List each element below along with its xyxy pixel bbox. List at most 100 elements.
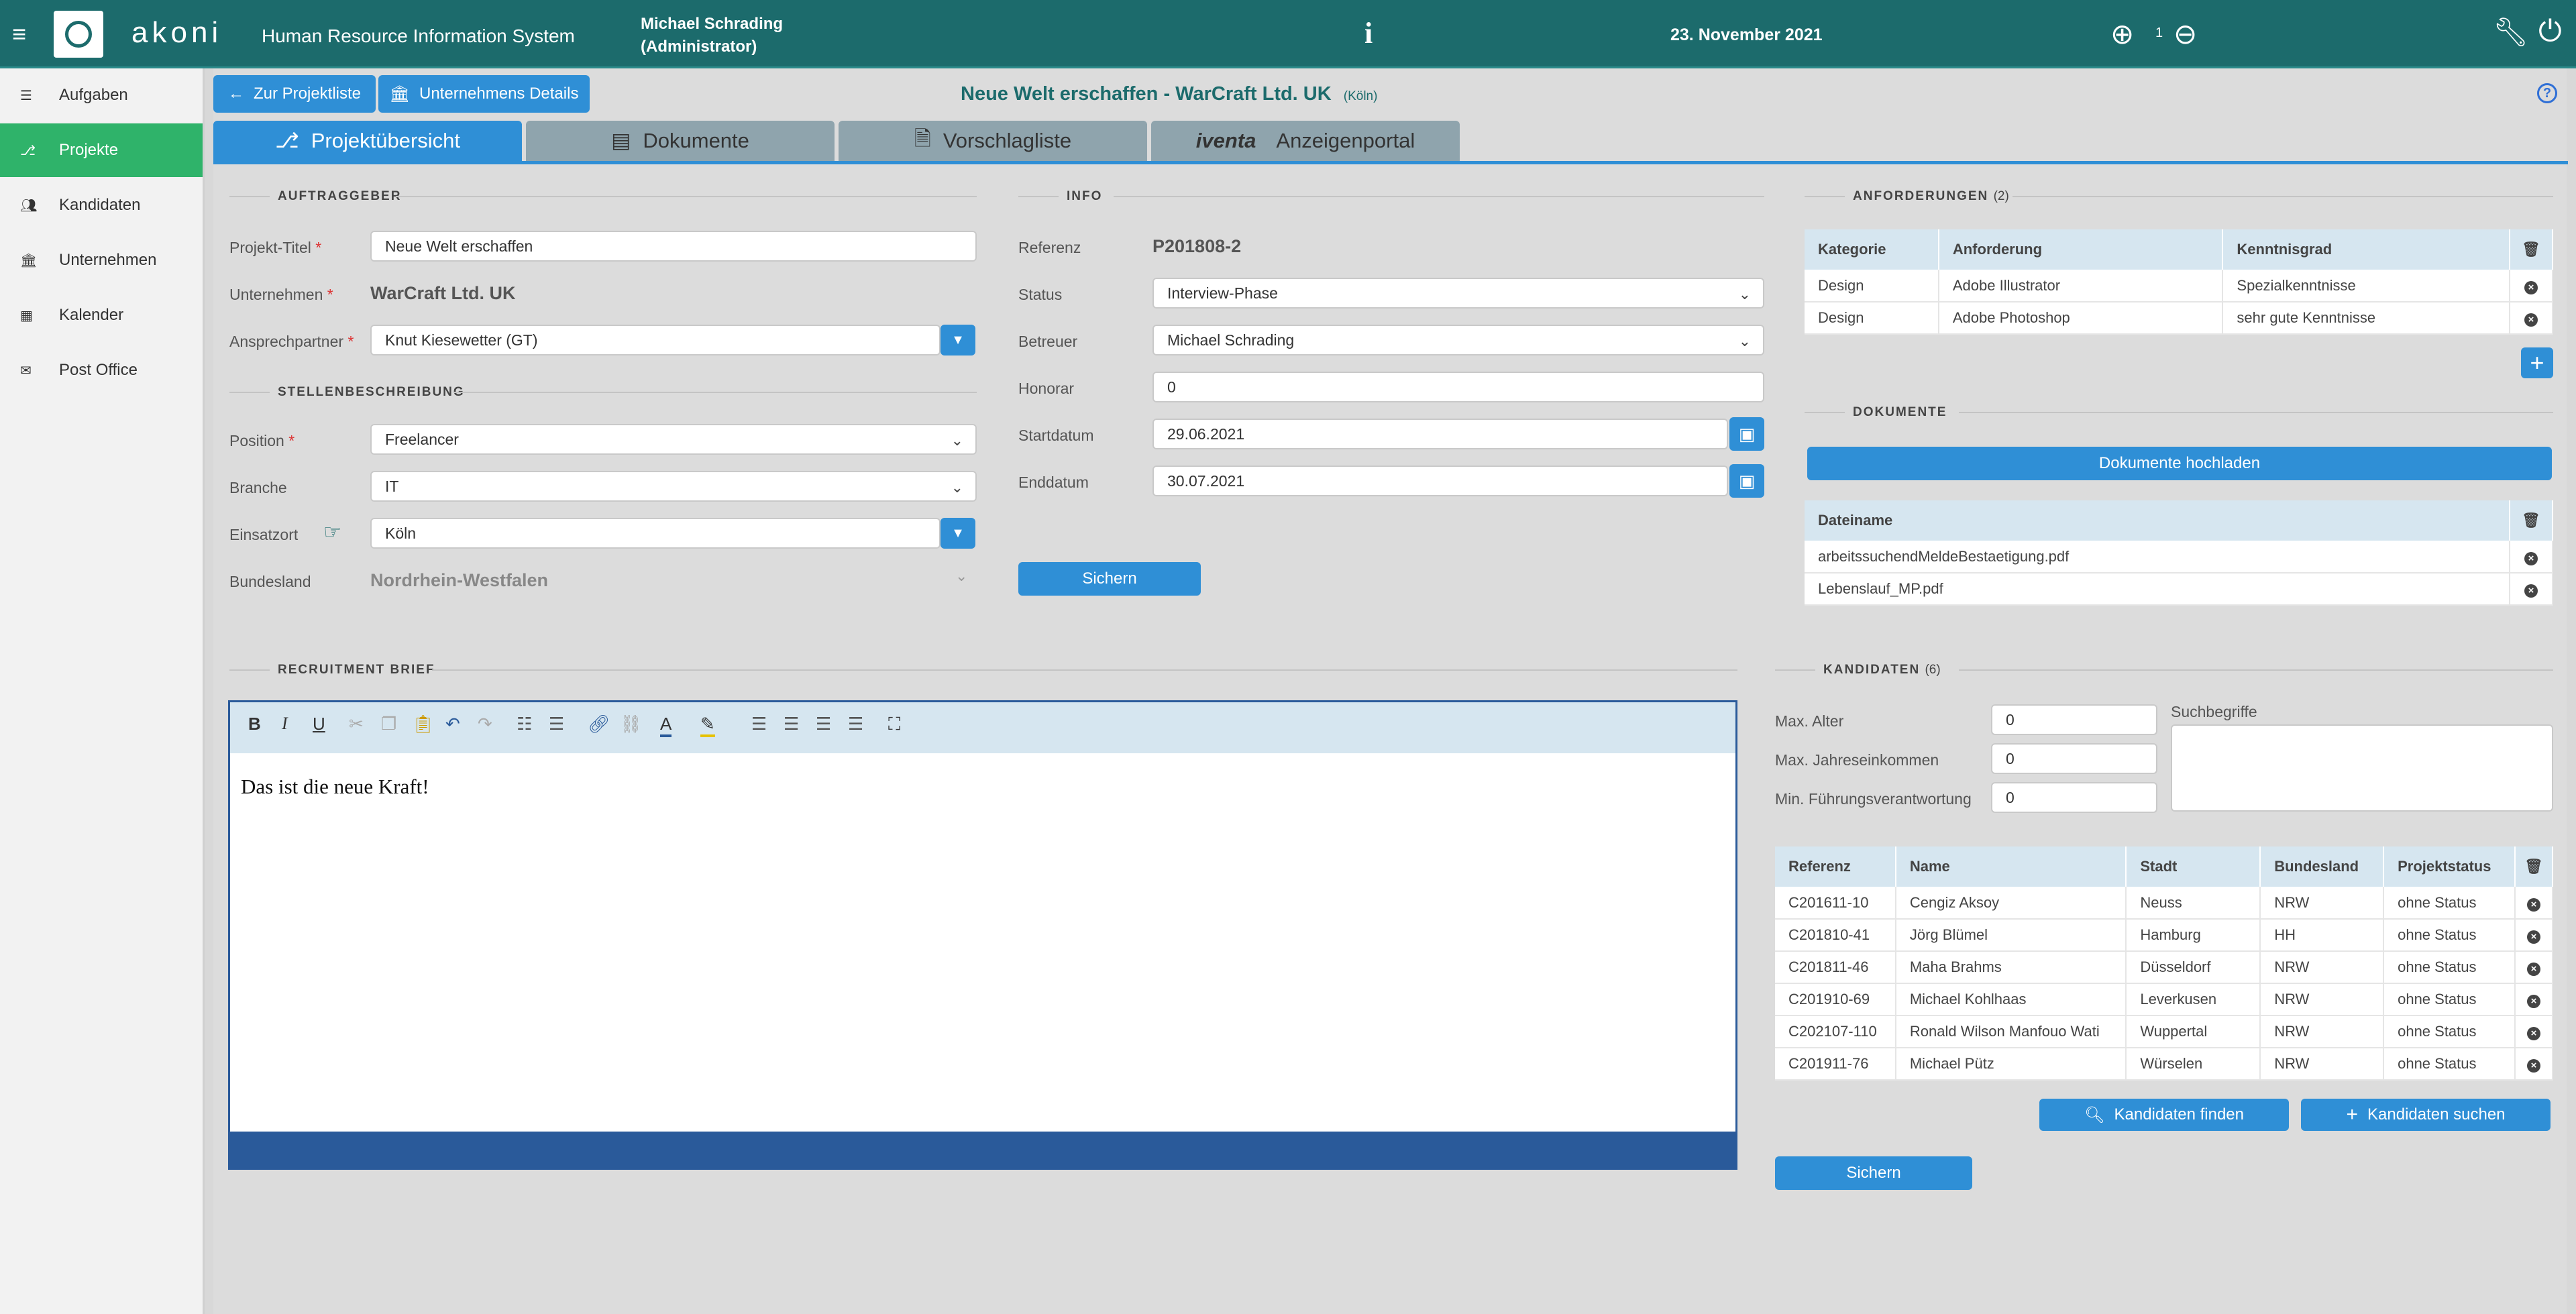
search-candidates-button[interactable]: + Kandidaten suchen: [2301, 1099, 2551, 1131]
copy-icon[interactable]: ❐: [381, 714, 396, 734]
settings-wrench-icon[interactable]: 🔧︎: [2493, 16, 2528, 49]
column-header[interactable]: Projektstatus: [2383, 846, 2516, 887]
kandidaten-save-button[interactable]: Sichern: [1775, 1156, 1972, 1190]
startdatum-calendar-button[interactable]: ▣: [1729, 417, 1764, 451]
fullscreen-icon[interactable]: ⛶: [888, 714, 900, 735]
sidebar-item-kalender[interactable]: ▦ Kalender: [0, 288, 203, 342]
remove-icon[interactable]: ×: [2527, 1059, 2540, 1073]
column-header[interactable]: Bundesland: [2260, 846, 2385, 887]
company-details-button[interactable]: 🏛︎ Unternehmens Details: [378, 75, 590, 113]
info-icon[interactable]: i: [1364, 16, 1373, 50]
remove-icon[interactable]: ×: [2524, 313, 2538, 327]
info-save-button[interactable]: Sichern: [1018, 562, 1201, 596]
einsatzort-dropdown-button[interactable]: ▼: [941, 518, 975, 549]
column-header[interactable]: Name: [1895, 846, 2127, 887]
table-row[interactable]: C201811-46 Maha Brahms Düsseldorf NRW oh…: [1775, 951, 2553, 984]
sidebar-item-post-office[interactable]: ✉ Post Office: [0, 343, 203, 397]
undo-icon[interactable]: ↶: [445, 714, 460, 734]
tab-dokumente[interactable]: ▤ Dokumente: [526, 121, 835, 161]
column-header[interactable]: Kategorie: [1805, 229, 1939, 270]
file-link[interactable]: arbeitssuchendMeldeBestaetigung.pdf: [1805, 541, 2511, 573]
delete-all-column[interactable]: 🗑︎: [2510, 500, 2553, 541]
projekt-titel-input[interactable]: Neue Welt erschaffen: [370, 231, 977, 262]
trash-icon[interactable]: 🗑︎: [2524, 858, 2543, 875]
column-header[interactable]: Anforderung: [1938, 229, 2224, 270]
column-header[interactable]: Stadt: [2126, 846, 2261, 887]
bold-icon[interactable]: B: [248, 714, 261, 734]
highlight-color-icon[interactable]: ✎: [700, 714, 715, 737]
suchbegriffe-textarea[interactable]: [2171, 724, 2553, 812]
editor-content[interactable]: Das ist die neue Kraft!: [241, 775, 429, 799]
file-link[interactable]: Lebenslauf_MP.pdf: [1805, 573, 2511, 606]
unlink-icon[interactable]: ⛓︎: [620, 714, 642, 734]
tab-anzeigenportal[interactable]: iventa Anzeigenportal: [1151, 121, 1460, 161]
sidebar-item-kandidaten[interactable]: 👥︎ Kandidaten: [0, 178, 203, 232]
betreuer-select[interactable]: Michael Schrading ⌄: [1152, 325, 1764, 355]
status-select[interactable]: Interview-Phase ⌄: [1152, 278, 1764, 309]
add-requirement-button[interactable]: +: [2521, 347, 2553, 378]
align-justify-icon[interactable]: ☰: [848, 714, 863, 734]
help-icon[interactable]: ?: [2537, 83, 2557, 103]
table-row[interactable]: C201611-10 Cengiz Aksoy Neuss NRW ohne S…: [1775, 887, 2553, 920]
enddatum-calendar-button[interactable]: ▣: [1729, 464, 1764, 498]
honorar-input[interactable]: 0: [1152, 372, 1764, 402]
table-row[interactable]: C201911-76 Michael Pütz Würselen NRW ohn…: [1775, 1048, 2553, 1081]
sidebar-item-aufgaben[interactable]: ☰ Aufgaben: [0, 68, 203, 122]
delete-all-column[interactable]: 🗑︎: [2510, 229, 2553, 270]
column-header[interactable]: Kenntnisgrad: [2222, 229, 2511, 270]
column-header[interactable]: Dateiname: [1805, 500, 2511, 541]
remove-icon[interactable]: ×: [2527, 930, 2540, 944]
branche-select[interactable]: IT ⌄: [370, 471, 977, 502]
ansprechpartner-select[interactable]: Knut Kiesewetter (GT): [370, 325, 941, 355]
remove-icon[interactable]: ×: [2524, 584, 2538, 598]
enddatum-input[interactable]: 30.07.2021: [1152, 466, 1728, 496]
remove-icon[interactable]: ×: [2524, 551, 2538, 565]
underline-icon[interactable]: U: [313, 714, 325, 734]
cut-icon[interactable]: ✂: [349, 714, 364, 734]
text-color-icon[interactable]: A: [660, 714, 672, 737]
menu-icon[interactable]: ≡: [12, 20, 26, 48]
redo-icon[interactable]: ↷: [478, 714, 492, 734]
table-row[interactable]: C201810-41 Jörg Blümel Hamburg HH ohne S…: [1775, 919, 2553, 952]
remove-icon[interactable]: ×: [2527, 963, 2540, 976]
trash-icon[interactable]: 🗑︎: [2522, 241, 2540, 258]
unternehmen-value[interactable]: WarCraft Ltd. UK: [370, 283, 516, 304]
align-left-icon[interactable]: ☰: [751, 714, 767, 734]
link-icon[interactable]: 🔗︎: [588, 714, 610, 734]
tab-vorschlagliste[interactable]: 🗎︎ Vorschlagliste: [839, 121, 1147, 161]
remove-icon[interactable]: ×: [2527, 995, 2540, 1008]
sidebar-item-projekte[interactable]: ⎇ Projekte: [0, 123, 203, 177]
power-icon[interactable]: ⏻: [2538, 15, 2562, 48]
table-row[interactable]: C202107-110 Ronald Wilson Manfouo Wati W…: [1775, 1016, 2553, 1048]
max-jahreseinkommen-input[interactable]: 0: [1991, 743, 2157, 774]
zoom-out-icon[interactable]: ⊖: [2174, 17, 2197, 50]
unordered-list-icon[interactable]: ☰: [549, 714, 564, 734]
sidebar-item-unternehmen[interactable]: 🏛︎ Unternehmen: [0, 233, 203, 287]
table-cell: ohne Status: [2383, 1048, 2516, 1081]
pointing-hand-icon[interactable]: ☞: [323, 521, 341, 544]
paste-icon[interactable]: 📋︎: [412, 714, 434, 734]
find-candidates-button[interactable]: 🔍︎ Kandidaten finden: [2039, 1099, 2289, 1131]
table-cell: sehr gute Kenntnisse: [2222, 302, 2511, 335]
startdatum-input[interactable]: 29.06.2021: [1152, 419, 1728, 449]
zoom-in-icon[interactable]: ⊕: [2110, 17, 2134, 50]
trash-icon[interactable]: 🗑︎: [2522, 512, 2540, 529]
delete-all-column[interactable]: 🗑︎: [2515, 846, 2553, 887]
ansprechpartner-dropdown-button[interactable]: ▼: [941, 325, 975, 355]
back-to-project-list-button[interactable]: ← Zur Projektliste: [213, 75, 376, 113]
align-center-icon[interactable]: ☰: [784, 714, 799, 734]
einsatzort-select[interactable]: Köln: [370, 518, 941, 549]
remove-icon[interactable]: ×: [2527, 897, 2540, 912]
remove-icon[interactable]: ×: [2524, 280, 2538, 294]
tab-projektuebersicht[interactable]: ⎇ Projektübersicht: [213, 121, 522, 161]
max-alter-input[interactable]: 0: [1991, 704, 2157, 735]
ordered-list-icon[interactable]: ☷: [517, 714, 532, 734]
table-row[interactable]: C201910-69 Michael Kohlhaas Leverkusen N…: [1775, 983, 2553, 1016]
column-header[interactable]: Referenz: [1775, 846, 1896, 887]
align-right-icon[interactable]: ☰: [816, 714, 831, 734]
min-fuehrungsverantwortung-input[interactable]: 0: [1991, 782, 2157, 813]
italic-icon[interactable]: I: [282, 714, 288, 734]
upload-documents-button[interactable]: Dokumente hochladen: [1807, 447, 2552, 480]
position-select[interactable]: Freelancer ⌄: [370, 424, 977, 455]
remove-icon[interactable]: ×: [2527, 1027, 2540, 1040]
